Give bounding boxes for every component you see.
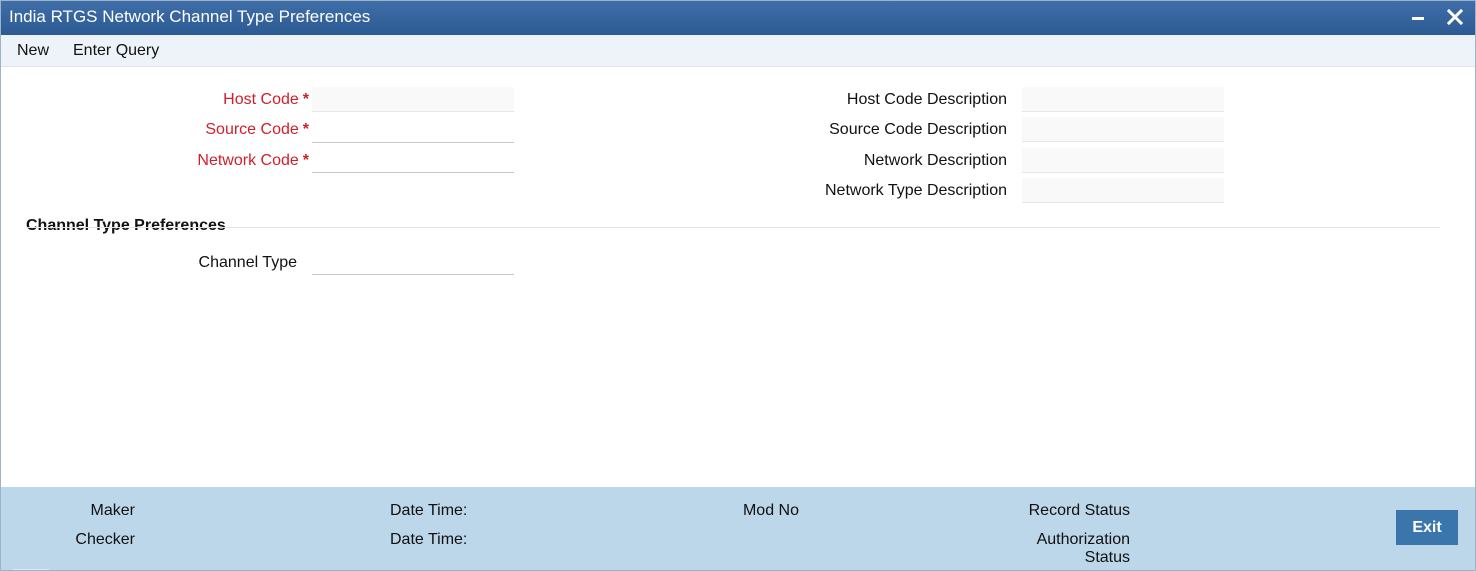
minimize-button[interactable]	[1407, 5, 1429, 29]
authorization-label: Authorization	[1036, 531, 1130, 548]
new-menu-item[interactable]: New	[17, 42, 49, 60]
close-icon	[1447, 9, 1463, 25]
host-code-label: Host Code *	[223, 91, 309, 109]
host-code-label-text: Host Code	[223, 91, 299, 108]
channel-type-label: Channel Type	[198, 254, 297, 271]
mod-no-label: Mod No	[742, 502, 799, 519]
host-code-field[interactable]	[312, 87, 514, 112]
close-button[interactable]	[1444, 5, 1466, 29]
maker-date-time-label: Date Time:	[390, 502, 468, 519]
audit-footer: Maker Checker Date Time: Date Time: Mod …	[1, 487, 1475, 570]
host-code-description-label: Host Code Description	[846, 91, 1007, 108]
enter-query-menu-item[interactable]: Enter Query	[73, 42, 159, 60]
source-code-field[interactable]	[312, 118, 514, 143]
source-code-label: Source Code *	[205, 121, 309, 139]
authorization-status-label: Status	[1084, 549, 1130, 566]
source-code-required-mark: *	[302, 121, 309, 138]
window-title: India RTGS Network Channel Type Preferen…	[9, 7, 371, 26]
record-status-label: Record Status	[1028, 502, 1130, 519]
app-window: India RTGS Network Channel Type Preferen…	[0, 0, 1476, 571]
menu-bar: New Enter Query	[1, 35, 1475, 67]
section-divider	[26, 227, 1440, 228]
exit-button[interactable]: Exit	[1396, 510, 1458, 545]
network-description-field[interactable]	[1022, 148, 1224, 173]
checker-date-time-label: Date Time:	[390, 531, 468, 548]
network-code-label: Network Code *	[197, 152, 309, 170]
network-type-description-label: Network Type Description	[825, 182, 1007, 199]
network-code-label-text: Network Code	[197, 152, 299, 169]
source-code-description-label: Source Code Description	[829, 121, 1007, 138]
maker-label: Maker	[90, 502, 135, 519]
minimize-icon	[1412, 17, 1424, 20]
network-code-required-mark: *	[302, 152, 309, 169]
title-bar: India RTGS Network Channel Type Preferen…	[1, 1, 1475, 35]
source-code-label-text: Source Code	[205, 121, 299, 138]
network-type-description-field[interactable]	[1022, 178, 1224, 203]
channel-type-preferences-heading: Channel Type Preferences	[26, 217, 226, 234]
checker-label: Checker	[75, 531, 135, 548]
host-code-description-field[interactable]	[1022, 87, 1224, 112]
channel-type-field[interactable]	[312, 250, 514, 275]
network-description-label: Network Description	[863, 152, 1007, 169]
network-code-field[interactable]	[312, 148, 514, 173]
host-code-required-mark: *	[302, 91, 309, 108]
source-code-description-field[interactable]	[1022, 117, 1224, 142]
